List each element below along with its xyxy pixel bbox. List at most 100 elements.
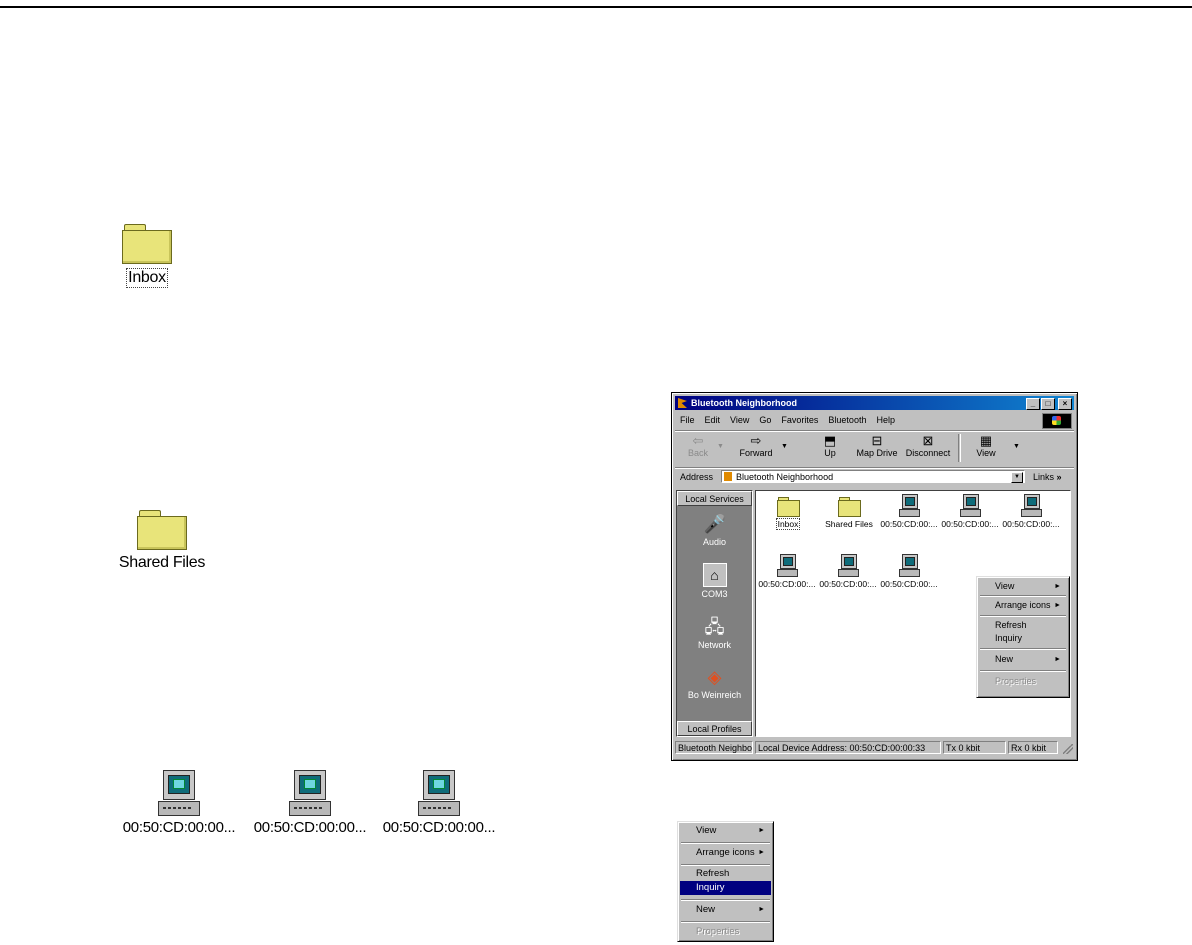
back-dropdown-icon[interactable]: ▼ bbox=[717, 443, 724, 450]
item-inbox[interactable]: Inbox bbox=[757, 497, 819, 530]
item-device[interactable]: 00:50:CD:00:... bbox=[878, 494, 940, 529]
menu-item-view[interactable]: View ► bbox=[979, 580, 1067, 593]
menu-edit[interactable]: Edit bbox=[700, 415, 726, 425]
forward-button[interactable]: ⇨ Forward bbox=[731, 433, 781, 459]
minimize-button[interactable]: _ bbox=[1026, 398, 1040, 410]
menu-separator bbox=[980, 670, 1066, 672]
computer-icon bbox=[418, 770, 460, 816]
menu-item-properties: Properties bbox=[995, 676, 1037, 686]
disconnect-label: Disconnect bbox=[905, 448, 951, 458]
folder-icon bbox=[777, 497, 800, 517]
computer-icon bbox=[899, 554, 920, 577]
menu-item-refresh[interactable]: Refresh bbox=[979, 619, 1067, 632]
address-field[interactable]: Bluetooth Neighborhood ▼ bbox=[721, 470, 1025, 483]
up-label: Up bbox=[824, 448, 836, 458]
back-button[interactable]: ⇦ Back bbox=[681, 433, 715, 459]
menu-item-inquiry[interactable]: Inquiry bbox=[979, 632, 1067, 645]
item-device[interactable]: 00:50:CD:00:... bbox=[756, 554, 818, 589]
menu-separator bbox=[980, 595, 1066, 597]
item-label: Shared Files bbox=[825, 519, 873, 529]
menu-bar: File Edit View Go Favorites Bluetooth He… bbox=[675, 412, 1074, 429]
menu-item-arrange-icons[interactable]: Arrange icons ► bbox=[680, 846, 771, 860]
menu-bluetooth[interactable]: Bluetooth bbox=[823, 415, 871, 425]
resize-grip-icon[interactable] bbox=[1063, 744, 1073, 754]
page-top-rule bbox=[0, 6, 1192, 8]
menu-favorites[interactable]: Favorites bbox=[776, 415, 823, 425]
menu-item-inquiry[interactable]: Inquiry bbox=[680, 881, 771, 895]
menu-go[interactable]: Go bbox=[754, 415, 776, 425]
inbox-folder-large[interactable]: Inbox bbox=[118, 224, 176, 288]
item-device[interactable]: 00:50:CD:00:... bbox=[878, 554, 940, 589]
submenu-arrow-icon: ► bbox=[1054, 602, 1061, 609]
menu-help[interactable]: Help bbox=[871, 415, 900, 425]
view-label: View bbox=[976, 448, 996, 458]
device-large[interactable]: 00:50:CD:00:00... bbox=[377, 770, 501, 836]
status-rx: Rx 0 kbit bbox=[1008, 741, 1058, 754]
local-profiles-header[interactable]: Local Profiles bbox=[677, 721, 752, 736]
bluetooth-location-icon bbox=[724, 472, 732, 481]
title-bar[interactable]: Bluetooth Neighborhood _ □ × bbox=[675, 396, 1074, 410]
computer-icon bbox=[1021, 494, 1042, 517]
local-services-pane: Local Services 🎤 Audio ⌂ COM3 🖧 Network … bbox=[676, 490, 753, 737]
folder-icon bbox=[122, 224, 172, 264]
maximize-button[interactable]: □ bbox=[1041, 398, 1055, 410]
item-label: Inbox bbox=[775, 518, 801, 530]
local-services-header[interactable]: Local Services bbox=[677, 491, 752, 506]
menu-item-view[interactable]: View ► bbox=[680, 824, 771, 838]
service-com3-label: COM3 bbox=[701, 589, 728, 599]
menu-item-refresh[interactable]: Refresh bbox=[680, 867, 771, 881]
menu-view[interactable]: View bbox=[725, 415, 754, 425]
item-label: 00:50:CD:00:... bbox=[880, 519, 938, 529]
menu-separator bbox=[681, 899, 770, 901]
device-large[interactable]: 00:50:CD:00:00... bbox=[248, 770, 372, 836]
shared-files-folder-large[interactable]: Shared Files bbox=[112, 510, 212, 572]
address-dropdown-icon[interactable]: ▼ bbox=[1011, 472, 1023, 483]
menu-item-new[interactable]: New ► bbox=[979, 653, 1067, 666]
item-label: 00:50:CD:00:... bbox=[1002, 519, 1060, 529]
service-network[interactable]: 🖧 Network bbox=[677, 616, 752, 650]
shared-files-label: Shared Files bbox=[118, 554, 206, 571]
service-audio[interactable]: 🎤 Audio bbox=[677, 513, 752, 547]
close-button[interactable]: × bbox=[1058, 398, 1072, 410]
menu-separator bbox=[980, 615, 1066, 617]
device-large[interactable]: 00:50:CD:00:00... bbox=[117, 770, 241, 836]
microphone-icon: 🎤 bbox=[703, 514, 726, 534]
view-dropdown-icon[interactable]: ▼ bbox=[1013, 443, 1020, 450]
service-business-card[interactable]: ◈ Bo Weinreich bbox=[677, 666, 752, 700]
menu-separator bbox=[681, 864, 770, 866]
bluetooth-neighborhood-window: Bluetooth Neighborhood _ □ × File Edit V… bbox=[671, 392, 1078, 761]
disconnect-icon: ⊠ bbox=[922, 433, 934, 448]
toolbar-separator bbox=[958, 434, 961, 462]
menu-item-new[interactable]: New ► bbox=[680, 903, 771, 917]
bluetooth-app-icon bbox=[678, 398, 687, 408]
computer-icon bbox=[899, 494, 920, 517]
item-label: 00:50:CD:00:... bbox=[819, 579, 877, 589]
forward-label: Forward bbox=[739, 448, 773, 458]
item-device[interactable]: 00:50:CD:00:... bbox=[939, 494, 1001, 529]
item-device[interactable]: 00:50:CD:00:... bbox=[1000, 494, 1062, 529]
links-button[interactable]: Links » bbox=[1033, 472, 1062, 482]
view-button[interactable]: ▦ View bbox=[970, 434, 1002, 459]
status-device-address: Local Device Address: 00:50:CD:00:00:33 bbox=[755, 741, 941, 754]
item-shared-files[interactable]: Shared Files bbox=[818, 497, 880, 529]
menu-item-arrange-icons[interactable]: Arrange icons ► bbox=[979, 599, 1067, 612]
service-com3[interactable]: ⌂ COM3 bbox=[677, 563, 752, 599]
disconnect-button[interactable]: ⊠ Disconnect bbox=[903, 433, 953, 459]
business-card-icon: ◈ bbox=[707, 667, 722, 687]
computer-icon bbox=[289, 770, 331, 816]
computer-icon bbox=[777, 554, 798, 577]
folder-icon bbox=[838, 497, 861, 517]
map-drive-button[interactable]: ⊟ Map Drive bbox=[853, 434, 901, 459]
window-title: Bluetooth Neighborhood bbox=[691, 398, 797, 408]
forward-dropdown-icon[interactable]: ▼ bbox=[781, 443, 788, 450]
service-business-card-label: Bo Weinreich bbox=[687, 690, 742, 700]
device-label: 00:50:CD:00:00... bbox=[382, 819, 496, 836]
menu-file[interactable]: File bbox=[675, 415, 700, 425]
windows-logo-icon bbox=[1042, 413, 1072, 429]
address-value: Bluetooth Neighborhood bbox=[736, 472, 834, 482]
up-button[interactable]: ⬒ Up bbox=[813, 434, 847, 459]
status-tx: Tx 0 kbit bbox=[943, 741, 1006, 754]
back-arrow-icon: ⇦ bbox=[692, 433, 704, 448]
forward-arrow-icon: ⇨ bbox=[750, 433, 762, 448]
item-device[interactable]: 00:50:CD:00:... bbox=[817, 554, 879, 589]
